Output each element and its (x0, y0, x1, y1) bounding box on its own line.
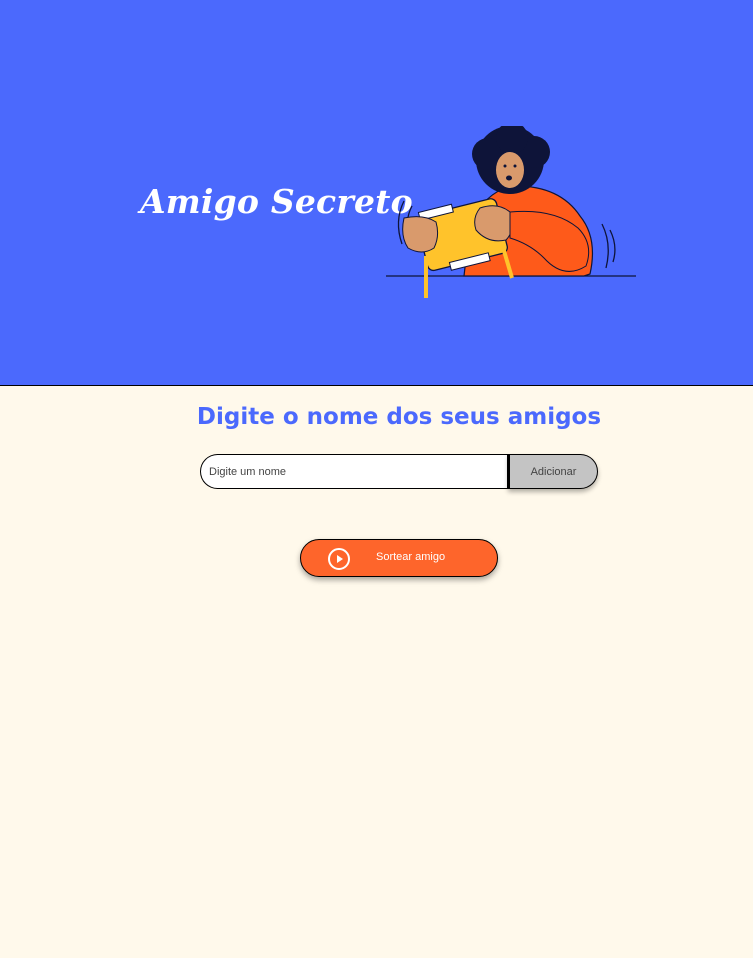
header-banner: Amigo Secreto (0, 0, 753, 386)
person-opening-gift-illustration (386, 126, 636, 298)
draw-friend-button[interactable]: Sortear amigo (300, 539, 498, 577)
add-friend-form: Adicionar (200, 454, 598, 489)
play-circle-icon (328, 548, 350, 570)
app-title: Amigo Secreto (140, 182, 413, 221)
section-title: Digite o nome dos seus amigos (196, 404, 602, 430)
friend-name-input[interactable] (200, 454, 509, 489)
add-button[interactable]: Adicionar (508, 454, 598, 489)
draw-button-label: Sortear amigo (376, 551, 446, 563)
